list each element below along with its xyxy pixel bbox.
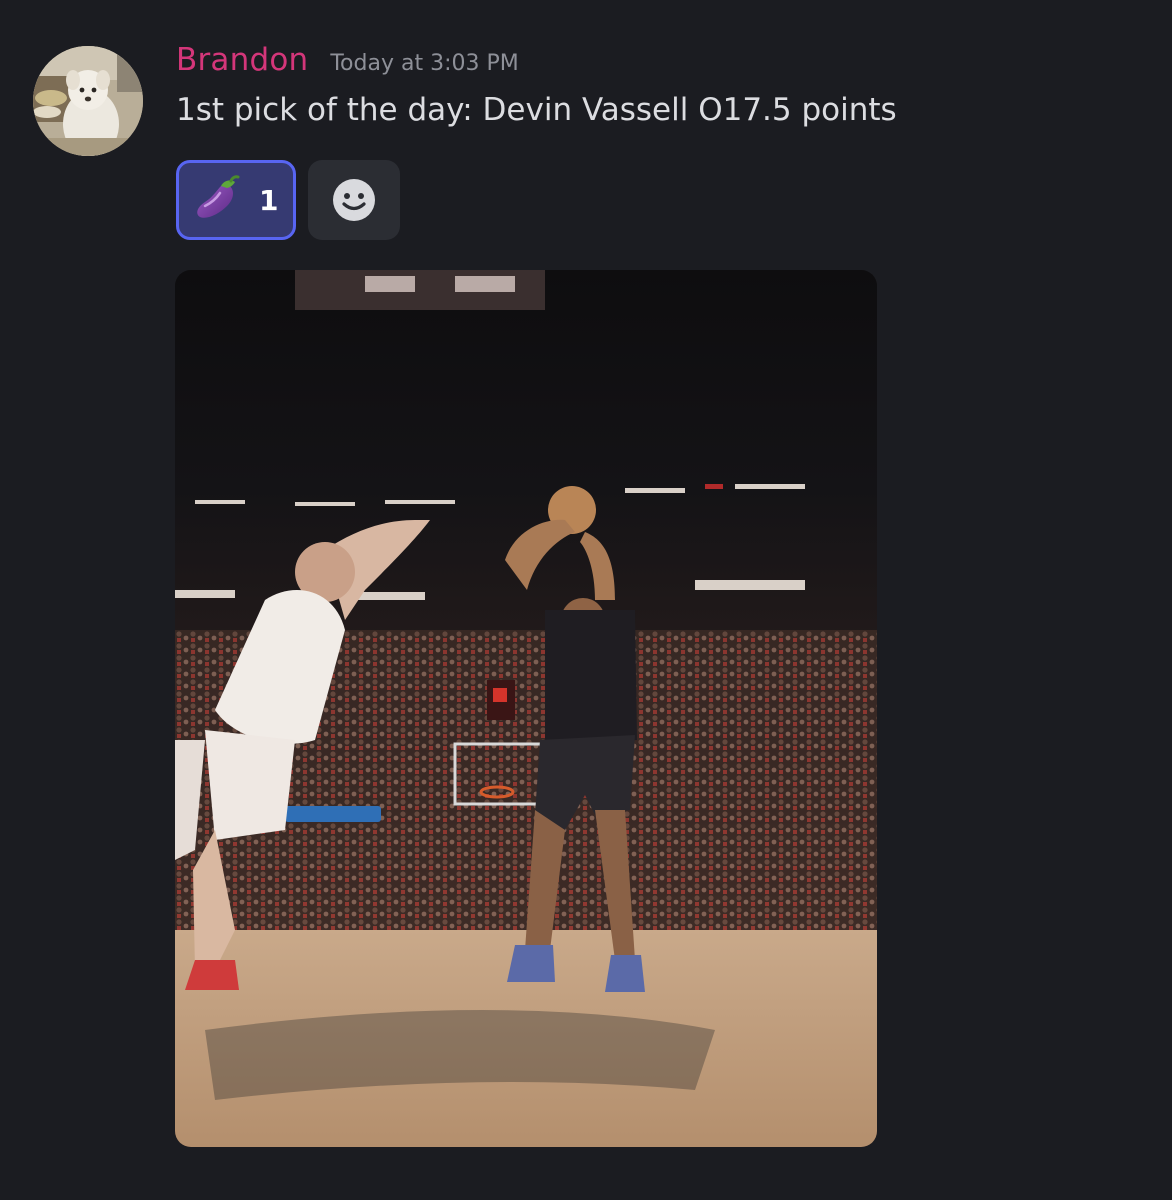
add-reaction-button[interactable] <box>308 160 400 240</box>
eggplant-icon <box>197 175 240 218</box>
user-avatar[interactable] <box>33 46 143 156</box>
dog-avatar-icon <box>33 46 143 156</box>
reaction-count: 1 <box>259 183 279 217</box>
message-author[interactable]: Brandon <box>176 42 308 78</box>
reaction-eggplant[interactable]: 1 <box>176 160 296 240</box>
message-content: 1st pick of the day: Devin Vassell O17.5… <box>176 92 897 128</box>
image-attachment[interactable] <box>175 270 877 1147</box>
reactions-bar: 1 <box>176 160 400 240</box>
message-timestamp: Today at 3:03 PM <box>330 51 519 76</box>
message-header: Brandon Today at 3:03 PM <box>176 42 519 86</box>
basketball-photo <box>175 270 877 1147</box>
chat-message: Brandon Today at 3:03 PM 1st pick of the… <box>0 0 1172 1200</box>
smiley-icon <box>333 179 375 221</box>
